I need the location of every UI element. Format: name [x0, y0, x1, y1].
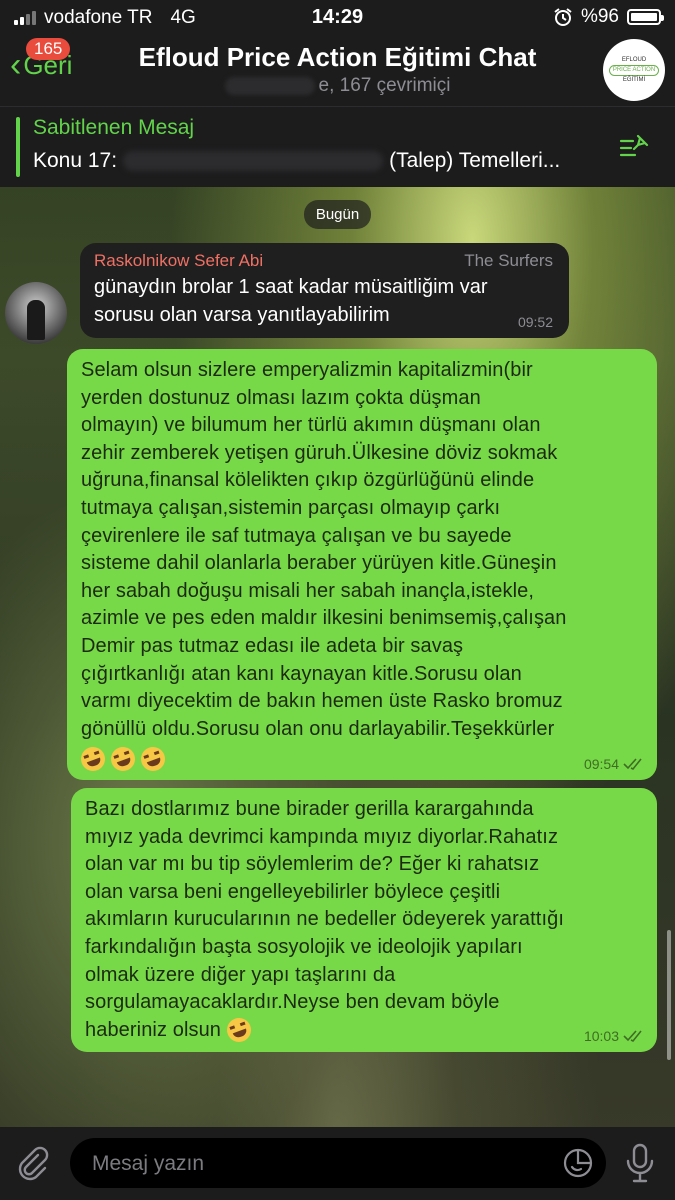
- emoji-row: [77, 743, 643, 775]
- message-line: olan var mı bu tip söylemlerim de? Eğer …: [85, 853, 540, 876]
- message-line: çığırtkanlığı atan kanı kaynayan kitle.S…: [81, 662, 522, 685]
- chat-title[interactable]: Efloud Price Action Eğitimi Chat: [0, 42, 675, 73]
- rofl-emoji-icon: [77, 743, 109, 775]
- message-line: zehir zemberek yetişen güruh.Ülkesine dö…: [81, 441, 558, 464]
- message-line: mıyız yada devrimci kampında mıyız diyor…: [85, 825, 559, 848]
- status-bar: vodafone TR 4G 14:29 %96: [0, 0, 675, 36]
- rofl-emoji-icon: [223, 1015, 255, 1046]
- message-line: gönüllü oldu.Sorusu olan onu darlayabili…: [81, 717, 555, 740]
- message-meta: 09:54: [584, 756, 643, 772]
- message-time: 09:52: [517, 314, 553, 330]
- message-line: olmayın) ve bilumum her türlü akımın düş…: [81, 414, 541, 437]
- message-line: sorusu olan varsa yanıtlayabilirim: [94, 304, 390, 326]
- rofl-emoji-icon: [107, 743, 139, 775]
- pin-list-icon[interactable]: [619, 133, 651, 161]
- pinned-accent-bar: [16, 117, 20, 177]
- message-line: yerden dostunuz olması lazım çokta düşma…: [81, 386, 481, 409]
- message-line: akımların kurucularının ne bedeller ödey…: [85, 908, 564, 931]
- message-text: günaydın brolar 1 saat kadar müsaitliğim…: [94, 273, 555, 329]
- date-separator: Bugün: [0, 200, 675, 229]
- message-time: 09:54: [583, 756, 619, 772]
- sender-avatar[interactable]: [5, 282, 67, 344]
- message-field[interactable]: [70, 1138, 606, 1190]
- message-line: uğruna,finansal kölelikten çıkıp özgürlü…: [81, 469, 535, 492]
- chat-subtitle: e, 167 çevrimiçi: [0, 75, 675, 97]
- group-avatar[interactable]: EFLOUD PRICE ACTION EĞİTİMİ: [603, 39, 665, 101]
- pinned-message[interactable]: Sabitlenen Mesaj Konu 17: (Talep) Temelle…: [0, 106, 675, 187]
- online-count: e, 167 çevrimiçi: [318, 75, 451, 96]
- double-check-icon: [623, 758, 642, 770]
- message-input[interactable]: [90, 1138, 534, 1190]
- message-meta: 10:03: [584, 1028, 643, 1044]
- message-line: olmak üzere diğer yapı taşlarını da: [85, 963, 396, 986]
- message-time: 10:03: [583, 1028, 619, 1044]
- pinned-text-end: (Talep) Temelleri...: [389, 149, 561, 172]
- message-line-last: haberiniz olsun: [85, 1015, 643, 1046]
- message-line: azimle ve pes eden maldır ilkesini benim…: [81, 607, 567, 630]
- battery-icon: [627, 9, 664, 25]
- message-line: günaydın brolar 1 saat kadar müsaitliğim…: [94, 276, 488, 298]
- pinned-text: Konu 17: (Talep) Temelleri...: [33, 149, 560, 173]
- avatar-line-3: EĞİTİMİ: [622, 76, 646, 83]
- outgoing-message[interactable]: Selam olsun sizlere emperyalizmin kapita…: [67, 349, 657, 780]
- scrollbar[interactable]: [667, 930, 671, 1060]
- date-label: Bugün: [303, 200, 372, 229]
- rofl-emoji-icon: [137, 743, 169, 775]
- outgoing-message[interactable]: Bazı dostlarımız bune birader gerilla ka…: [71, 788, 657, 1052]
- paperclip-icon[interactable]: [14, 1145, 50, 1181]
- message-line: çevirenlere ile saf tutmaya çalışan ve b…: [81, 524, 512, 547]
- pinned-title: Sabitlenen Mesaj: [33, 116, 195, 139]
- battery-percent: %96: [580, 6, 619, 27]
- redacted-text: [123, 151, 384, 172]
- message-line: her sabah doğuşu misali her sabah inançl…: [81, 579, 535, 602]
- message-line: Demir pas tutmaz edası ile adeta bir sav…: [81, 634, 464, 657]
- message-line: haberiniz olsun: [85, 1018, 222, 1041]
- chat-header: ‹ Geri 165 Efloud Price Action Eğitimi C…: [0, 36, 675, 106]
- avatar-line-2: PRICE ACTION: [608, 64, 660, 76]
- message-line: varmı diyecektim de bakın hemen üste Ras…: [81, 690, 563, 713]
- sticker-icon[interactable]: [562, 1147, 594, 1179]
- message-composer: [0, 1127, 675, 1200]
- redacted-text: [224, 76, 315, 95]
- message-text: Selam olsun sizlere emperyalizmin kapita…: [77, 357, 643, 775]
- pinned-text-start: Konu 17:: [33, 149, 118, 172]
- double-check-icon: [623, 1030, 642, 1042]
- message-line: Selam olsun sizlere emperyalizmin kapita…: [81, 359, 533, 381]
- message-text: Bazı dostlarımız bune birader gerilla ka…: [85, 796, 643, 1046]
- avatar-line-1: EFLOUD: [621, 56, 647, 63]
- alarm-icon: [554, 8, 572, 26]
- message-line: sorgulamayacaklardır.Neyse ben devam böy…: [85, 991, 500, 1014]
- message-line: sisteme dahil olanlarla beraber yürüyen …: [81, 552, 557, 575]
- message-line: tutmaya çalışan,sistemin parçası olmayıp…: [81, 496, 501, 519]
- incoming-message[interactable]: Raskolnikow Sefer Abi The Surfers günayd…: [80, 243, 569, 338]
- message-line: Bazı dostlarımız bune birader gerilla ka…: [85, 798, 534, 820]
- message-line: farkındalığın başta sosyolojik ve ideolo…: [85, 935, 523, 958]
- message-line: olan varsa beni engelleyebilirler böylec…: [85, 880, 501, 903]
- sender-tag: The Surfers: [464, 251, 553, 270]
- microphone-icon[interactable]: [623, 1143, 657, 1183]
